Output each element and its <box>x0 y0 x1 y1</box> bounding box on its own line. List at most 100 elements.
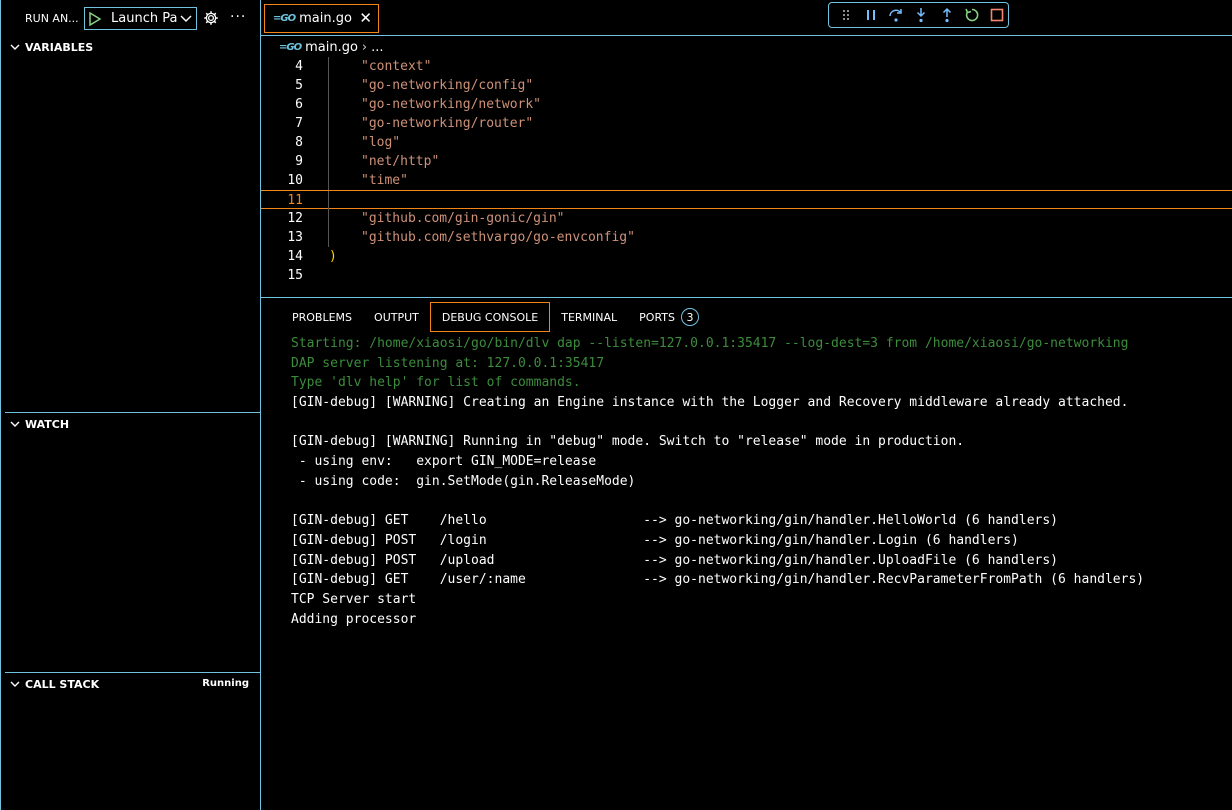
console-line: - using env: export GIN_MODE=release <box>291 454 597 470</box>
code-text: "context" <box>361 59 432 74</box>
line-number: 11 <box>287 193 303 208</box>
call-stack-section: CALL STACK Running <box>5 672 261 695</box>
code-line: 4 "context" <box>261 57 1232 76</box>
launch-config-label: Launch Package <box>111 11 177 26</box>
code-line: 7 "go-networking/router" <box>261 114 1232 133</box>
tab-problems[interactable]: PROBLEMS <box>281 303 363 331</box>
ports-count-badge: 3 <box>681 308 699 326</box>
chevron-down-icon <box>5 44 25 51</box>
console-line: Adding processor <box>291 611 417 627</box>
code-text: "log" <box>361 135 401 150</box>
code-text: "time" <box>361 173 408 188</box>
tab-terminal[interactable]: TERMINAL <box>550 303 628 331</box>
variables-title: VARIABLES <box>25 40 94 54</box>
line-number: 12 <box>287 211 303 226</box>
current-code-line: 11 <box>261 190 1232 210</box>
code-line: 10 "time" <box>261 171 1232 190</box>
more-actions-icon[interactable]: ··· <box>230 9 246 25</box>
console-line: [GIN-debug] GET /user/:name --> go-netwo… <box>291 572 1145 588</box>
breadcrumb-symbols[interactable]: ... <box>371 40 383 55</box>
chevron-down-icon[interactable] <box>177 15 195 23</box>
code-line: 6 "go-networking/network" <box>261 95 1232 114</box>
editor-area: =GO main.go ✕ =GO main.go › ... 4 "conte… <box>261 0 1232 297</box>
code-editor[interactable]: 4 "context" 5 "go-networking/config" 6 "go-… <box>261 57 1232 297</box>
gear-icon[interactable] <box>203 10 219 26</box>
restart-icon[interactable] <box>961 4 982 26</box>
line-number: 5 <box>295 78 303 93</box>
watch-header[interactable]: WATCH <box>5 413 261 435</box>
variables-section: VARIABLES <box>5 36 261 58</box>
line-number: 9 <box>295 154 303 169</box>
line-number: 7 <box>295 116 303 131</box>
step-into-icon[interactable] <box>911 4 932 26</box>
code-line: 14) <box>261 247 1232 266</box>
debug-toolbar <box>828 2 1009 28</box>
line-number: 14 <box>287 249 303 264</box>
code-line: 5 "go-networking/config" <box>261 76 1232 95</box>
run-and-debug-sidebar: RUN AN... Launch Package ··· VARIABLES <box>0 0 261 810</box>
close-icon[interactable]: ✕ <box>359 11 372 26</box>
variables-header[interactable]: VARIABLES <box>5 36 261 58</box>
go-file-icon: =GO <box>273 13 296 24</box>
console-line: [GIN-debug] [WARNING] Running in "debug"… <box>291 434 965 450</box>
console-line: Starting: /home/xiaosi/go/bin/dlv dap --… <box>291 336 1129 351</box>
console-line: Type 'dlv help' for list of commands. <box>291 375 581 391</box>
debug-console-output[interactable]: Starting: /home/xiaosi/go/bin/dlv dap --… <box>291 334 1221 629</box>
chevron-down-icon <box>5 421 25 428</box>
code-line: 12 "github.com/gin-gonic/gin" <box>261 209 1232 228</box>
call-stack-title: CALL STACK <box>25 677 100 691</box>
code-text: "go-networking/router" <box>361 116 534 131</box>
go-file-icon: =GO <box>279 41 302 53</box>
console-line: [GIN-debug] POST /login --> go-networkin… <box>291 532 1019 548</box>
code-text: "go-networking/config" <box>361 78 534 93</box>
launch-config-selector[interactable]: Launch Package <box>84 7 197 30</box>
line-number: 15 <box>287 268 303 283</box>
console-line: DAP server listening at: 127.0.0.1:35417 <box>291 355 605 371</box>
stop-icon[interactable] <box>987 4 1008 26</box>
tab-label: main.go <box>299 11 352 26</box>
code-text: "github.com/gin-gonic/gin" <box>361 211 565 226</box>
console-line: [GIN-debug] [WARNING] Creating an Engine… <box>291 395 1129 411</box>
line-number: 10 <box>287 173 303 188</box>
step-out-icon[interactable] <box>936 4 957 26</box>
line-number: 8 <box>295 135 303 150</box>
code-line: 8 "log" <box>261 133 1232 152</box>
console-line: - using code: gin.SetMode(gin.ReleaseMod… <box>291 473 636 489</box>
watch-title: WATCH <box>25 417 70 431</box>
code-text: "go-networking/network" <box>361 97 542 112</box>
chevron-down-icon <box>5 681 25 688</box>
line-number: 13 <box>287 230 303 245</box>
tab-ports[interactable]: PORTS 3 <box>628 303 710 331</box>
run-debug-title: RUN AN... <box>25 12 79 25</box>
console-line: [GIN-debug] POST /upload --> go-networki… <box>291 552 1059 568</box>
start-debugging-icon[interactable] <box>85 8 105 29</box>
run-debug-header: RUN AN... Launch Package ··· <box>1 0 261 36</box>
watch-section: WATCH <box>5 412 261 435</box>
step-over-icon[interactable] <box>886 4 907 26</box>
tab-debug-console[interactable]: DEBUG CONSOLE <box>429 302 551 332</box>
line-number: 6 <box>295 97 303 112</box>
tab-ports-label: PORTS <box>639 310 675 324</box>
pause-icon[interactable] <box>860 4 881 26</box>
line-number: 4 <box>295 59 303 74</box>
code-text: "github.com/sethvargo/go-envconfig" <box>361 230 635 245</box>
panel-tabs: PROBLEMS OUTPUT DEBUG CONSOLE TERMINAL P… <box>281 302 710 332</box>
bottom-panel: PROBLEMS OUTPUT DEBUG CONSOLE TERMINAL P… <box>261 297 1232 810</box>
drag-handle-icon[interactable] <box>835 4 856 26</box>
breadcrumb: =GO main.go › ... <box>279 38 384 56</box>
closing-paren: ) <box>329 249 337 264</box>
tab-output[interactable]: OUTPUT <box>363 303 430 331</box>
editor-tab-bar: =GO main.go ✕ <box>261 0 1232 36</box>
code-line: 13 "github.com/sethvargo/go-envconfig" <box>261 228 1232 247</box>
tab-main-go[interactable]: =GO main.go ✕ <box>264 4 379 33</box>
code-line: 15 <box>261 266 1232 285</box>
breadcrumb-file[interactable]: main.go <box>305 40 358 55</box>
console-line: [GIN-debug] GET /hello --> go-networking… <box>291 513 1059 529</box>
console-line: TCP Server start <box>291 591 417 607</box>
code-line: 9 "net/http" <box>261 152 1232 171</box>
call-stack-status: Running <box>202 678 249 689</box>
code-text: "net/http" <box>361 154 440 169</box>
chevron-right-icon: › <box>361 39 368 55</box>
